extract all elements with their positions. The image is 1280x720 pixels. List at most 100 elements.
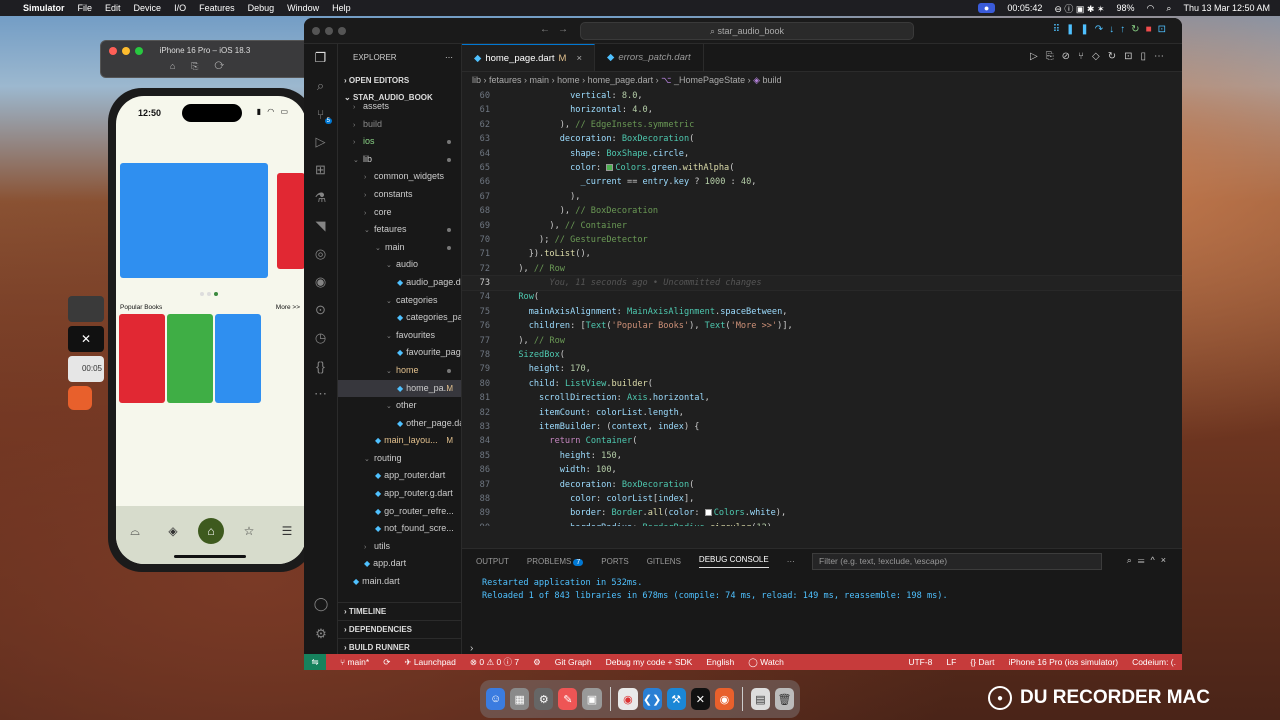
folder-item[interactable]: ⌄ home	[338, 362, 461, 380]
folder-item[interactable]: › core	[338, 204, 461, 222]
code-line[interactable]: 75 mainAxisAlignment: MainAxisAlignment.…	[462, 305, 1182, 319]
code-line[interactable]: 74 Row(	[462, 290, 1182, 304]
zoom-icon[interactable]	[338, 27, 346, 35]
folder-item[interactable]: ⌄ other	[338, 397, 461, 415]
problems-status[interactable]: ⊗ 0 ⚠ 0 ⓘ 7	[470, 656, 519, 668]
tab-debug-console[interactable]: DEBUG CONSOLE	[698, 555, 769, 568]
settings-gear-icon[interactable]: ⚙	[304, 620, 338, 648]
code-line[interactable]: 88 color: colorList[index],	[462, 492, 1182, 506]
book-card[interactable]	[119, 314, 165, 403]
sync-icon[interactable]: ⟳	[383, 657, 390, 668]
explorer-icon[interactable]: ❐	[304, 44, 337, 72]
code-line[interactable]: 80 child: ListView.builder(	[462, 377, 1182, 391]
code-line[interactable]: 90 borderRadius: BorderRadius.circular(1…	[462, 521, 1182, 526]
system-settings-icon[interactable]: ⚙	[534, 688, 554, 710]
menu-io[interactable]: I/O	[174, 3, 186, 13]
code-line[interactable]: 87 decoration: BoxDecoration(	[462, 478, 1182, 492]
document-icon[interactable]: ▤	[750, 688, 770, 710]
tab-gitlens[interactable]: GITLENS	[647, 557, 681, 566]
finder-icon[interactable]: ☺	[486, 688, 506, 710]
capcut-icon[interactable]: ✕	[690, 688, 710, 710]
menu-device[interactable]: Device	[134, 3, 162, 13]
file-item[interactable]: ◆other_page.dart	[338, 415, 461, 433]
code-line[interactable]: 79 height: 170,	[462, 362, 1182, 376]
folder-item[interactable]: › common_widgets	[338, 168, 461, 186]
app-icon[interactable]: ▣	[582, 688, 602, 710]
menu-features[interactable]: Features	[199, 3, 235, 13]
search-icon[interactable]: ⌕	[1166, 3, 1171, 14]
carousel-dot-active[interactable]	[214, 292, 218, 296]
launchpad[interactable]: ✈ Launchpad	[404, 657, 456, 668]
recording-icon[interactable]: ●	[977, 3, 996, 13]
code-line[interactable]: 68 ), // BoxDecoration	[462, 204, 1182, 218]
minimize-icon[interactable]	[325, 27, 333, 35]
remote-icon[interactable]: ⊙	[304, 296, 337, 324]
language[interactable]: {} Dart	[970, 657, 994, 667]
account-icon[interactable]: ◯	[304, 590, 338, 618]
folder-item[interactable]: ⌄ favourites	[338, 327, 461, 345]
tab-problems[interactable]: PROBLEMS 7	[527, 557, 584, 566]
code-line[interactable]: 81 scrollDirection: Axis.horizontal,	[462, 391, 1182, 405]
file-item[interactable]: ◆ app_router.g.dart	[338, 485, 461, 503]
encoding[interactable]: UTF-8	[908, 657, 932, 667]
code-line[interactable]: 83 itemBuilder: (context, index) {	[462, 420, 1182, 434]
folder-item[interactable]: ⌄ fetaures	[338, 221, 461, 239]
carousel-card[interactable]	[120, 163, 268, 278]
code-line[interactable]: 73 You, 11 seconds ago • Uncommitted cha…	[462, 275, 1182, 292]
code-line[interactable]: 61 horizontal: 4.0,	[462, 103, 1182, 117]
eol[interactable]: LF	[946, 657, 956, 667]
menu-debug[interactable]: Debug	[248, 3, 275, 13]
timeline-icon[interactable]: ◷	[304, 324, 337, 352]
folder-item[interactable]: › assets	[338, 98, 461, 116]
more-actions-icon[interactable]: ⋯	[445, 44, 453, 72]
app-menu[interactable]: Simulator	[23, 3, 65, 13]
close-tab-icon[interactable]: ×	[576, 53, 582, 64]
open-editors-section[interactable]: › OPEN EDITORS	[338, 72, 461, 89]
code-line[interactable]: 66 _current == entry.key ? 1000 : 40,	[462, 175, 1182, 189]
code-line[interactable]: 71 }).toList(),	[462, 247, 1182, 261]
carousel-dot[interactable]	[207, 292, 211, 296]
file-item[interactable]: ◆ main.dart	[338, 573, 461, 591]
code-line[interactable]: 64 shape: BoxShape.circle,	[462, 147, 1182, 161]
device-selector[interactable]: iPhone 16 Pro (ios simulator)	[1008, 657, 1118, 667]
xcode-icon[interactable]: ⚒	[666, 688, 686, 710]
breadcrumb[interactable]: lib › fetaures › main › home › home_page…	[462, 72, 1182, 89]
code-line[interactable]: 84 return Container(	[462, 434, 1182, 448]
launchpad-icon[interactable]: ▦	[510, 688, 530, 710]
code-line[interactable]: 67 ),	[462, 190, 1182, 204]
more-panel-icon[interactable]: ⋯	[787, 557, 795, 566]
folder-item[interactable]: › ios	[338, 133, 461, 151]
home-icon[interactable]: ⌂	[198, 518, 224, 544]
codeium-status[interactable]: Codeium: (.	[1132, 657, 1176, 667]
tab-errors-patch[interactable]: ◆ errors_patch.dart	[595, 44, 704, 71]
gitlens-icon[interactable]: ◎	[304, 240, 337, 268]
code-line[interactable]: 65 color: Colors.green.withAlpha(	[462, 161, 1182, 175]
app-icon[interactable]: ✎	[558, 688, 578, 710]
more-icon[interactable]: ⋯	[304, 380, 337, 408]
file-item[interactable]: ◆ app_router.dart	[338, 467, 461, 485]
folder-item[interactable]: ⌄ audio	[338, 256, 461, 274]
file-item[interactable]: ◆favourite_page...	[338, 344, 461, 362]
star-icon[interactable]: ☆	[236, 518, 262, 544]
code-line[interactable]: 76 children: [Text('Popular Books'), Tex…	[462, 319, 1182, 333]
tab-ports[interactable]: PORTS	[601, 557, 628, 566]
side-tile[interactable]	[68, 296, 104, 322]
book-card[interactable]	[167, 314, 213, 403]
search-icon[interactable]: ⌕	[304, 72, 337, 100]
wifi-icon[interactable]: ◠	[1147, 3, 1155, 14]
debug-toolbar[interactable]: ⠿❚❚↷↓↑↻■⊡	[1053, 24, 1172, 35]
recorder-icon[interactable]: ◉	[714, 688, 734, 710]
code-line[interactable]: 82 itemCount: colorList.length,	[462, 406, 1182, 420]
menu-edit[interactable]: Edit	[105, 3, 121, 13]
code-line[interactable]: 77 ), // Row	[462, 334, 1182, 348]
folder-item[interactable]: ⌄ categories	[338, 292, 461, 310]
code-line[interactable]: 85 height: 150,	[462, 449, 1182, 463]
code-line[interactable]: 78 SizedBox(	[462, 348, 1182, 362]
code-line[interactable]: 72 ), // Row	[462, 262, 1182, 276]
command-center[interactable]: ⌕ star_audio_book	[580, 22, 914, 40]
watch[interactable]: ◯ Watch	[748, 657, 784, 668]
trash-icon[interactable]: 🗑	[774, 688, 795, 710]
run-debug-icon[interactable]: ▷	[304, 128, 337, 156]
close-icon[interactable]	[312, 27, 320, 35]
menu-help[interactable]: Help	[332, 3, 351, 13]
